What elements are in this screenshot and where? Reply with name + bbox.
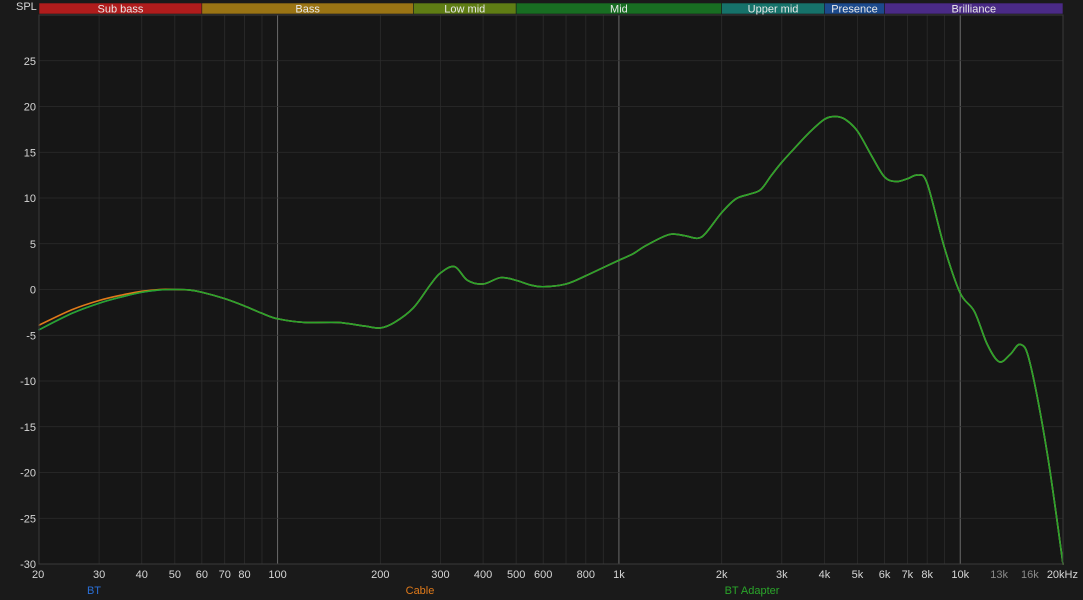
x-tick-label: 5k [852,569,864,581]
x-tick-label: 50 [169,569,181,581]
legend-item-bt: BT [87,585,101,597]
y-tick-label: 5 [30,239,36,251]
x-tick-label: 16k [1021,569,1039,581]
x-tick-label: 80 [238,569,250,581]
band-label-2: Low mid [444,4,485,16]
x-tick-label: 200 [371,569,389,581]
x-tick-label: 1k [613,569,625,581]
x-tick-label: 30 [93,569,105,581]
x-tick-label: 8k [921,569,933,581]
x-tick-label: 500 [507,569,525,581]
x-tick-label: 20 [32,569,44,581]
y-axis-label: SPL [16,1,37,13]
y-tick-label: -5 [26,330,36,342]
x-tick-label: 800 [577,569,595,581]
x-tick-label: 70 [219,569,231,581]
x-tick-label: 6k [879,569,891,581]
band-label-5: Presence [831,4,877,16]
y-tick-label: -20 [20,468,36,480]
x-tick-label: 3k [776,569,788,581]
y-tick-label: -25 [20,513,36,525]
y-tick-label: 20 [24,102,36,114]
band-label-4: Upper mid [748,4,799,16]
legend-item-cable: Cable [406,585,435,597]
x-tick-labels: 20 30 40 50 60 70 80 100 200 300 400 500 600 800 1k 2k 3… [32,569,1078,581]
x-tick-label: 10k [951,569,969,581]
x-tick-label: 4k [819,569,831,581]
y-tick-label: 25 [24,56,36,68]
y-tick-label: -10 [20,376,36,388]
y-tick-label: 10 [24,193,36,205]
legend-item-bt-adapter: BT Adapter [725,585,780,597]
x-tick-label: 7k [902,569,914,581]
x-tick-label: 300 [431,569,449,581]
band-label-1: Bass [295,4,320,16]
y-tick-label: 0 [30,285,36,297]
frequency-bands: Sub bass Bass Low mid Mid Upper mid Presence B… [38,2,1064,16]
band-label-3: Mid [610,4,628,16]
band-label-6: Brilliance [951,4,996,16]
x-tick-label: 600 [534,569,552,581]
x-tick-label: 20kHz [1047,569,1078,581]
y-tick-labels: 2520151050-5-10-15-20-25-30 [20,56,36,571]
frequency-response-chart: SPL Sub bass Bass Low mid Mid Upper mid Prese… [16,1,1078,597]
x-tick-label: 40 [136,569,148,581]
x-tick-label: 13k [990,569,1008,581]
x-tick-label: 60 [196,569,208,581]
x-tick-label: 100 [268,569,286,581]
x-tick-label: 2k [716,569,728,581]
legend: BT Cable BT Adapter [87,585,780,597]
x-tick-label: 400 [474,569,492,581]
y-tick-label: 15 [24,147,36,159]
band-label-0: Sub bass [97,4,143,16]
y-tick-label: -15 [20,422,36,434]
